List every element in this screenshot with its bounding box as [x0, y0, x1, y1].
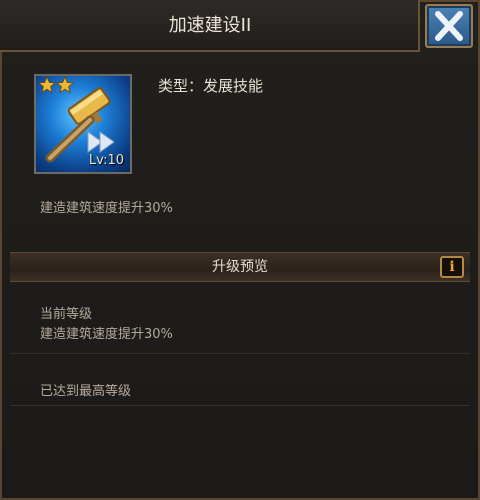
info-button[interactable]: i [440, 256, 464, 278]
dialog-title: 加速建设II [168, 15, 252, 36]
upgrade-preview-label: 升级预览 [212, 259, 268, 275]
skill-icon: Lv:10 [34, 74, 132, 174]
close-button[interactable] [425, 4, 473, 48]
upgrade-preview-header: 升级预览 [10, 252, 470, 282]
current-level-label: 当前等级 [40, 307, 93, 322]
current-level-effect: 建造建筑速度提升30% [40, 327, 173, 342]
divider [10, 353, 470, 354]
skill-description: 建造建筑速度提升30% [40, 201, 173, 216]
info-icon: i [449, 259, 455, 275]
divider [10, 405, 470, 406]
skill-level: Lv:10 [88, 153, 124, 168]
star-filled-icon [56, 76, 74, 94]
max-level-message: 已达到最高等级 [40, 384, 132, 399]
star-filled-icon [38, 76, 56, 94]
close-x-icon [435, 11, 463, 41]
skill-type: 类型：发展技能 [158, 77, 264, 95]
